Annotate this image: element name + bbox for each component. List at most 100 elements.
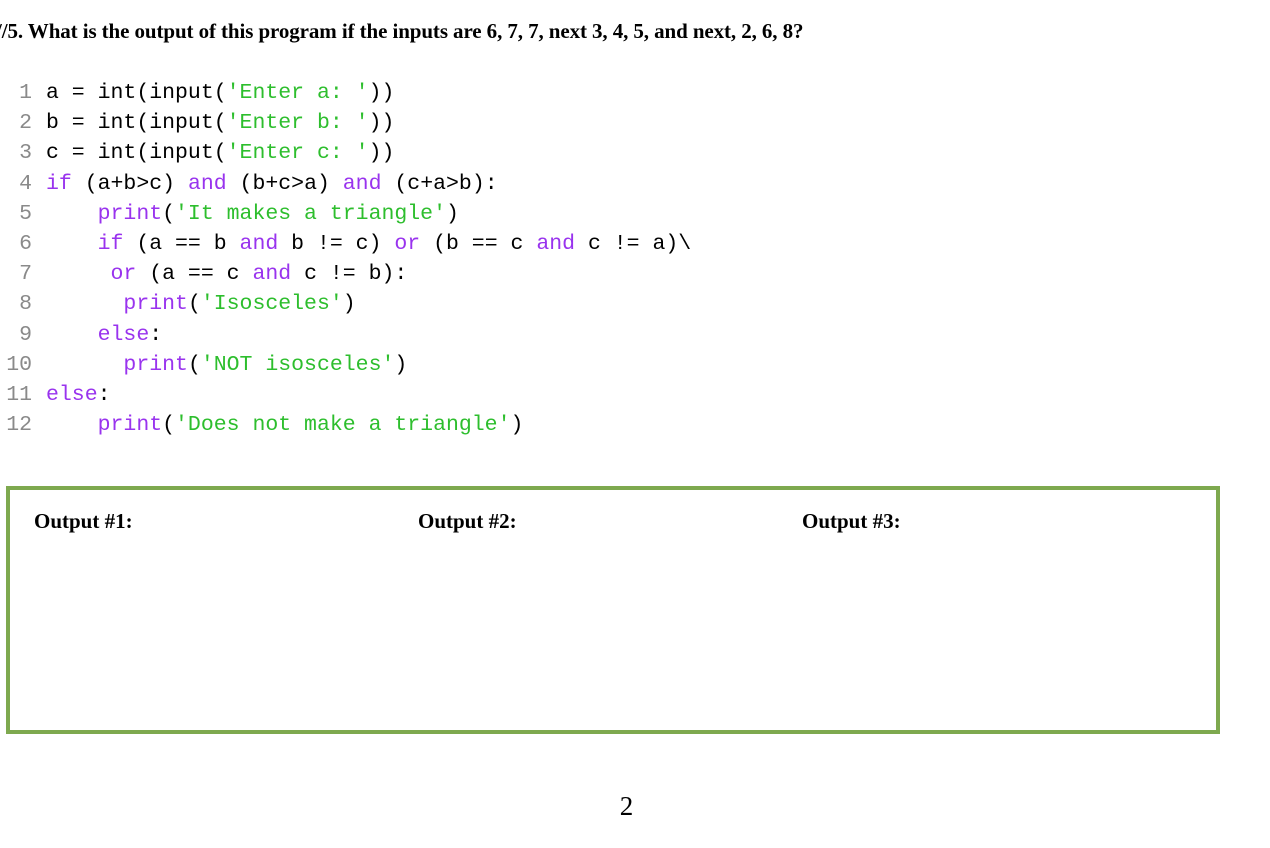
code-token-plain: (	[187, 292, 201, 317]
code-line-text: else:	[32, 380, 111, 410]
code-line-text: print('Does not make a triangle')	[32, 410, 524, 440]
code-token-plain: c = int(input(	[46, 141, 227, 166]
code-line: 4 if (a+b>c) and (b+c>a) and (c+a>b):	[0, 169, 1270, 199]
code-token-plain: ))	[368, 111, 395, 136]
code-token-plain: (a == b	[123, 231, 240, 256]
code-token-plain: )	[394, 352, 408, 377]
output-answer-area-1[interactable]	[28, 542, 408, 724]
code-line-number: 10	[6, 352, 32, 377]
code-token-kw: or	[110, 262, 137, 287]
code-line-text: if (a+b>c) and (b+c>a) and (c+a>b):	[32, 169, 498, 199]
code-token-kw: and	[342, 171, 382, 196]
code-line-number: 12	[6, 413, 32, 438]
code-token-kw: and	[239, 231, 279, 256]
page-number: 2	[619, 791, 634, 821]
code-token-kw: and	[536, 231, 576, 256]
code-line: 12 print('Does not make a triangle')	[0, 410, 1270, 440]
code-token-str: 'It makes a triangle'	[175, 201, 446, 226]
code-line-text: a = int(input('Enter a: '))	[32, 78, 394, 108]
code-token-plain: b = int(input(	[46, 111, 227, 136]
code-line-number: 6	[19, 231, 32, 256]
code-line-text: print('Isosceles')	[32, 289, 356, 319]
python-code-block: 1a = int(input('Enter a: ')) 2 b = int(inp…	[0, 78, 1270, 440]
code-token-plain: ))	[368, 141, 395, 166]
code-line-number: 2	[19, 111, 32, 136]
code-line-text: print('It makes a triangle')	[32, 199, 459, 229]
code-line-text: b = int(input('Enter b: '))	[32, 108, 394, 138]
code-token-plain: (c+a>b):	[381, 171, 498, 196]
code-line: 9 else:	[0, 320, 1270, 350]
code-line-text: c = int(input('Enter c: '))	[32, 138, 394, 168]
code-line-text: else:	[32, 320, 163, 350]
code-token-kw: print	[97, 201, 163, 226]
code-line-text: if (a == b and b != c) or (b == c and c …	[32, 229, 692, 259]
code-token-plain: (	[162, 201, 176, 226]
code-token-plain: (a == c	[136, 262, 253, 287]
code-line: 8 print('Isosceles')	[0, 289, 1270, 319]
output-label-1: Output #1:	[34, 509, 133, 533]
code-token-kw: and	[187, 171, 227, 196]
code-line-text: or (a == c and c != b):	[32, 259, 408, 289]
code-token-plain: (	[162, 413, 176, 438]
code-line: 1a = int(input('Enter a: '))	[0, 78, 1270, 108]
code-line-number: 9	[19, 322, 32, 347]
code-line: 11 else:	[0, 380, 1270, 410]
code-line: 6 if (a == b and b != c) or (b == c and …	[0, 229, 1270, 259]
output-answer-box: Output #1: Output #2: Output #3:	[6, 486, 1220, 734]
code-token-plain: c != a)\	[575, 231, 692, 256]
code-token-kw: print	[97, 413, 163, 438]
code-line-number: 1	[19, 81, 32, 105]
code-line-number: 7	[19, 262, 32, 287]
code-line-number: 11	[6, 382, 32, 407]
code-line-text: print('NOT isosceles')	[32, 350, 407, 380]
code-token-str: 'Isosceles'	[200, 292, 343, 317]
code-token-plain: :	[97, 382, 111, 407]
code-line: 10 print('NOT isosceles')	[0, 350, 1270, 380]
code-token-plain: (b+c>a)	[226, 171, 343, 196]
code-token-kw: and	[252, 262, 292, 287]
code-line: 7 or (a == c and c != b):	[0, 259, 1270, 289]
output-answer-area-3[interactable]	[796, 542, 1176, 724]
code-token-kw: print	[123, 352, 188, 377]
code-token-kw: or	[394, 231, 421, 256]
code-token-plain: :	[149, 322, 163, 347]
code-token-str: 'Enter a: '	[226, 81, 369, 105]
code-line-number: 5	[19, 201, 32, 226]
code-token-kw: if	[97, 231, 124, 256]
code-token-str: 'NOT isosceles'	[200, 352, 395, 377]
code-token-str: 'Does not make a triangle'	[175, 413, 511, 438]
code-token-kw: else	[97, 322, 150, 347]
code-token-plain: )	[445, 201, 459, 226]
output-label-2: Output #2:	[418, 509, 517, 533]
code-token-plain: b != c)	[278, 231, 395, 256]
code-token-str: 'Enter b: '	[226, 111, 369, 136]
code-token-plain: (a+b>c)	[71, 171, 188, 196]
code-line-number: 3	[19, 141, 32, 166]
code-token-plain: )	[510, 413, 524, 438]
code-token-plain: (b == c	[420, 231, 537, 256]
code-line-number: 4	[19, 171, 32, 196]
code-line: 5 print('It makes a triangle')	[0, 199, 1270, 229]
question-heading: //5. What is the output of this program …	[0, 19, 804, 43]
code-token-plain: )	[342, 292, 356, 317]
code-token-plain: (	[187, 352, 201, 377]
code-token-plain: c != b):	[291, 262, 408, 287]
code-line-number: 8	[19, 292, 32, 317]
code-token-plain: ))	[368, 81, 395, 105]
code-token-str: 'Enter c: '	[226, 141, 369, 166]
code-line: 2b = int(input('Enter b: '))	[0, 108, 1270, 138]
code-token-kw: else	[46, 382, 98, 407]
code-line: 3c = int(input('Enter c: '))	[0, 138, 1270, 168]
output-answer-area-2[interactable]	[412, 542, 792, 724]
code-token-kw: if	[46, 171, 72, 196]
code-token-plain: a = int(input(	[46, 81, 227, 105]
output-label-3: Output #3:	[802, 509, 901, 533]
code-token-kw: print	[123, 292, 188, 317]
